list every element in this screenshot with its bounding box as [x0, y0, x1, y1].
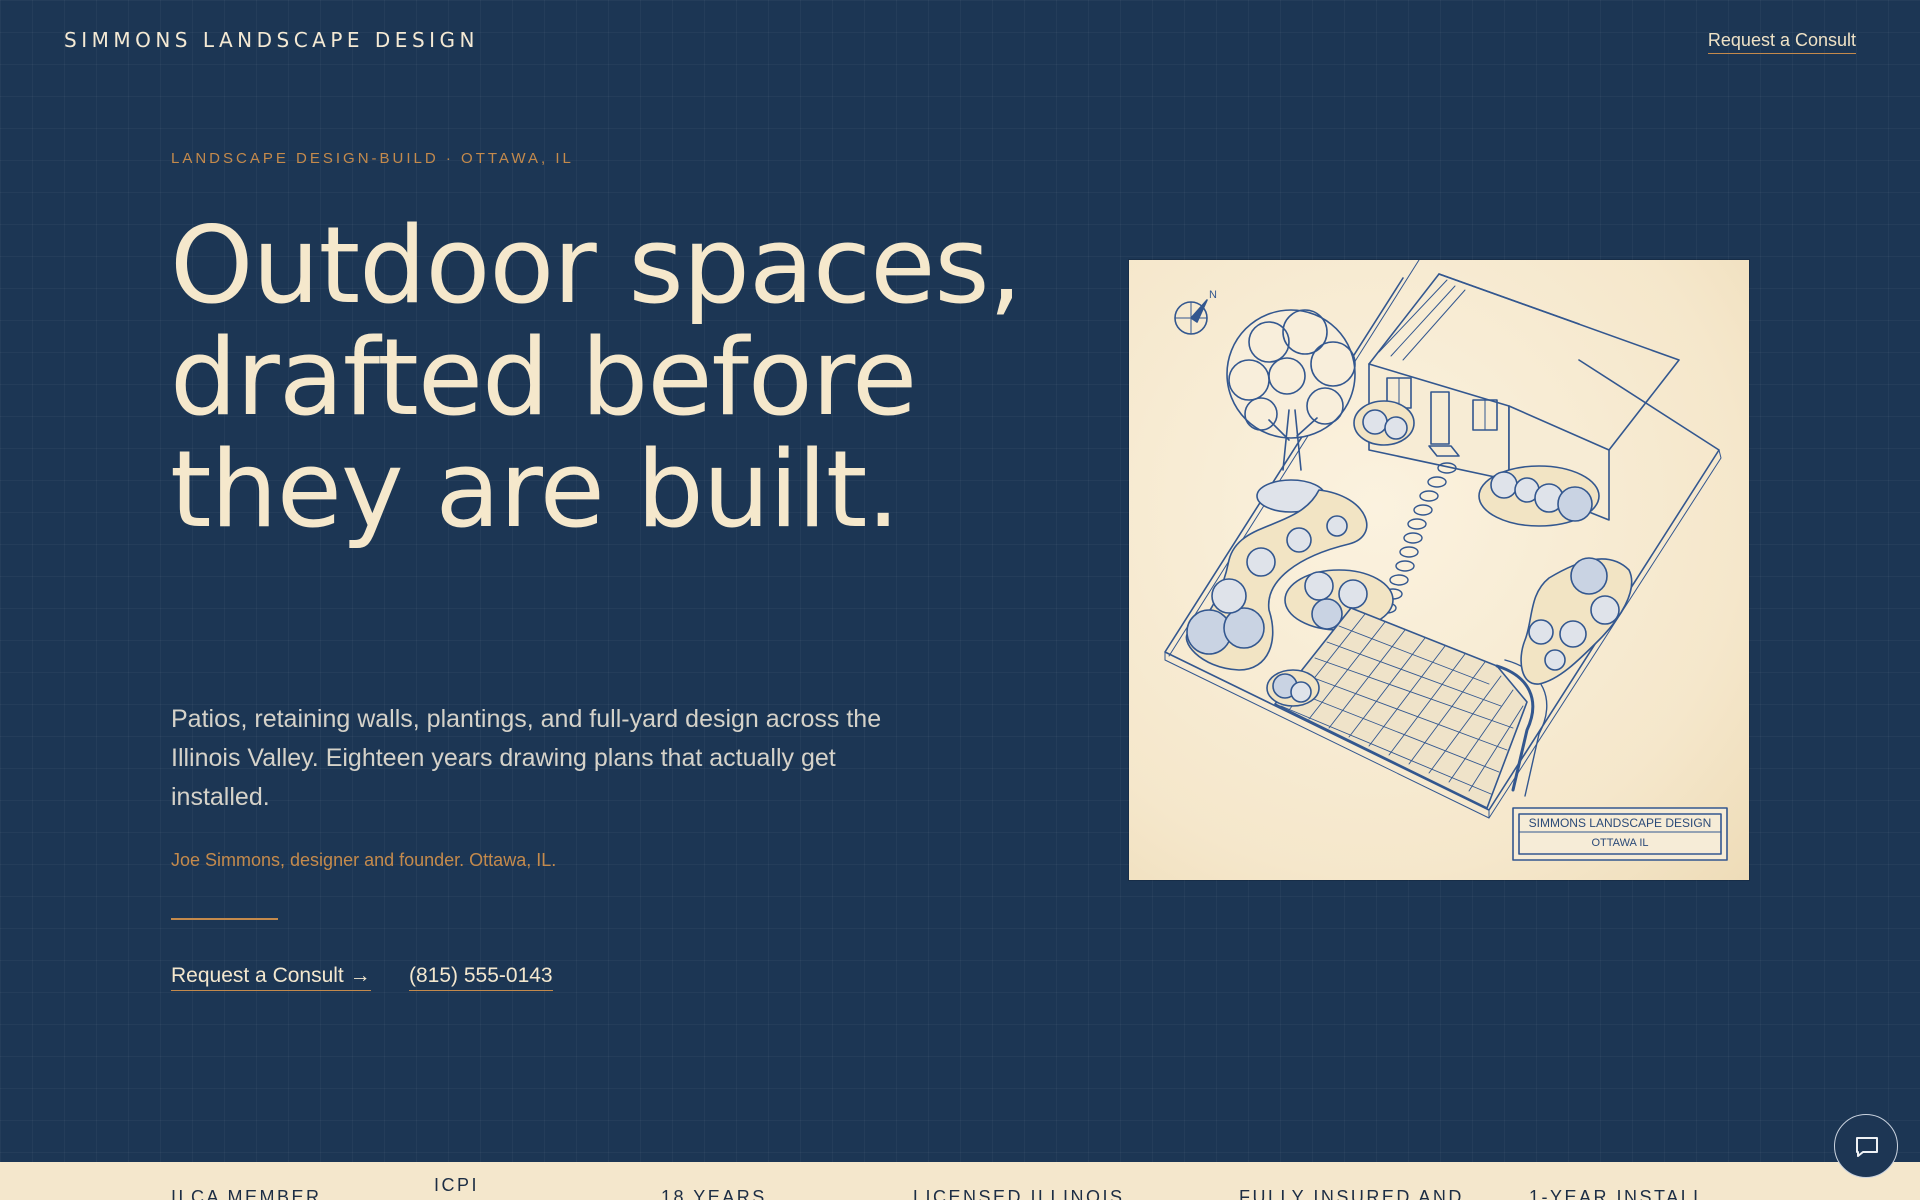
request-consult-button[interactable]: Request a Consult → [171, 964, 371, 991]
paver-patio [1274, 607, 1548, 809]
hero-attribution: Joe Simmons, designer and founder. Ottaw… [171, 850, 557, 870]
trust-item-insured: FULLY INSURED AND [1239, 1187, 1464, 1200]
title-block-line1: SIMMONS LANDSCAPE DESIGN [1529, 816, 1712, 830]
hero-headline: Outdoor spaces, drafted before they are … [170, 204, 1022, 551]
trust-item-install: 1-YEAR INSTALL [1529, 1187, 1706, 1200]
header-request-consult-link[interactable]: Request a Consult [1707, 30, 1856, 54]
blueprint-illustration: N SIMMONS LANDSCAPE DESIGN OTTAWA IL [1129, 260, 1749, 880]
trust-item-icpi: ICPI [434, 1175, 480, 1195]
compass-icon [1174, 299, 1208, 335]
front-shrubs [1266, 669, 1320, 707]
compass-label: N [1209, 289, 1217, 301]
brand-logo[interactable]: SIMMONS LANDSCAPE DESIGN [64, 28, 479, 52]
right-planting-bed [1520, 557, 1633, 685]
hero-lead: Patios, retaining walls, plantings, and … [171, 705, 882, 811]
phone-link[interactable]: (815) 555-0143 [409, 964, 553, 991]
trust-item-ilca: ILCA MEMBER [171, 1187, 322, 1200]
chat-button[interactable] [1834, 1114, 1898, 1178]
trust-item-years: 18 YEARS [661, 1187, 767, 1200]
hero-eyebrow: LANDSCAPE DESIGN-BUILD · OTTAWA, IL [171, 150, 574, 167]
trust-item-licensed: LICENSED ILLINOIS [913, 1187, 1125, 1200]
chat-bubble-icon [1856, 1137, 1878, 1157]
tree-drawing [1226, 309, 1356, 513]
hero-divider [171, 918, 278, 920]
trust-bar: ILCA MEMBER ICPI 18 YEARS LICENSED ILLIN… [0, 1162, 1920, 1200]
title-block-line2: OTTAWA IL [1591, 837, 1648, 849]
